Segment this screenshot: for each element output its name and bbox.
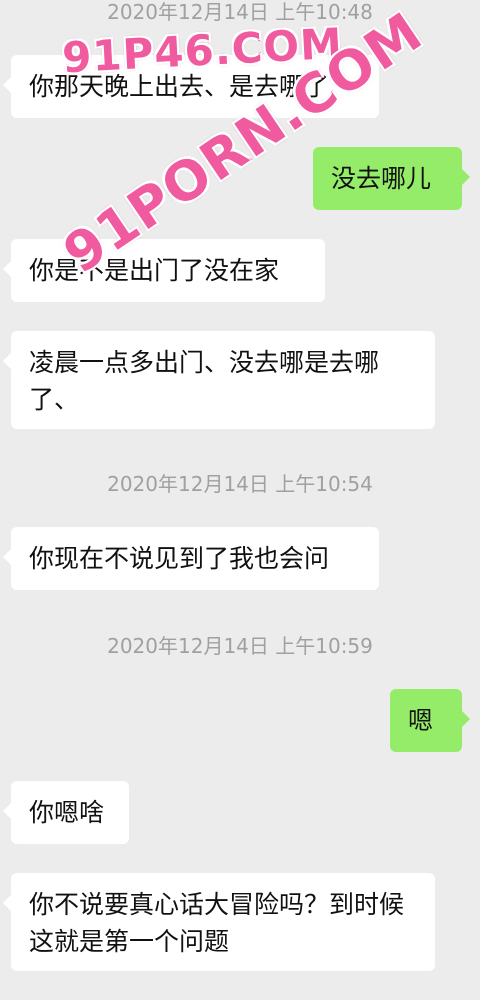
chat-thread[interactable]: 2020年12月14日 上午10:48 你那天晚上出去、是去哪了 没去哪儿 你是… bbox=[0, 0, 480, 1000]
received-message[interactable]: 你现在不说见到了我也会问 bbox=[3, 527, 379, 590]
received-message[interactable]: 你嗯啥 bbox=[3, 781, 129, 844]
timestamp: 2020年12月14日 上午10:54 bbox=[107, 472, 373, 496]
received-message[interactable]: 凌晨一点多出门、没去哪是去哪了、 bbox=[3, 331, 435, 429]
timestamp: 2020年12月14日 上午10:59 bbox=[107, 634, 373, 658]
received-message[interactable]: 你不说要真心话大冒险吗？到时候这就是第一个问题 bbox=[3, 873, 435, 971]
received-message[interactable]: 你是不是出门了没在家 bbox=[3, 239, 325, 302]
sent-message[interactable]: 嗯 bbox=[390, 689, 470, 752]
sent-message[interactable]: 没去哪儿 bbox=[313, 147, 470, 210]
timestamp: 2020年12月14日 上午10:48 bbox=[107, 0, 373, 24]
received-message[interactable]: 你那天晚上出去、是去哪了 bbox=[3, 55, 379, 118]
